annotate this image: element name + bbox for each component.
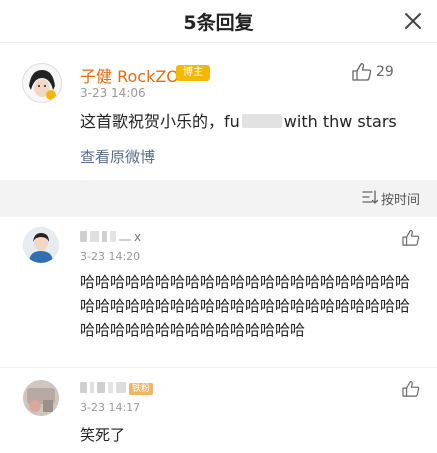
view-original-post-link[interactable]: 查看原微博 [80,146,155,167]
avatar-image [23,64,61,102]
reply-username[interactable]: 铁粉 [80,381,154,395]
redacted-username [97,382,105,393]
reply-username[interactable]: x [80,230,141,244]
redacted-username [90,231,99,242]
redacted-username [102,231,107,242]
reply-text: 哈哈哈哈哈哈哈哈哈哈哈哈哈哈哈哈哈哈哈哈哈哈哈哈哈哈哈哈哈哈哈哈哈哈哈哈哈哈哈哈… [80,273,411,339]
replies-title: 5条回复 [183,12,254,34]
reply-item: 铁粉 3-23 14:17 笑死了 [0,368,437,453]
reply-text: 笑死了 [80,426,126,444]
redacted-username [108,382,113,393]
comment-text-start: 这首歌祝贺小乐的，fu [80,112,240,131]
sort-by-time-button[interactable]: 按时间 [381,189,420,208]
redacted-username [119,239,131,241]
thumbs-up-icon[interactable] [402,381,420,397]
thumbs-up-icon[interactable] [402,230,420,246]
comment-text: 这首歌祝贺小乐的，fu with thw stars [80,108,397,132]
timestamp: 3-23 14:06 [80,86,146,100]
avatar-image [23,227,59,263]
redacted-username [90,382,94,393]
avatar-image [23,380,59,416]
redacted-username [80,382,87,393]
redacted-username [80,231,87,242]
sort-bar: 按时间 [0,180,437,217]
username-visible-part: x [134,230,142,244]
reply-item: x 3-23 14:20 哈哈哈哈哈哈哈哈哈哈哈哈哈哈哈哈哈哈哈哈哈哈哈哈哈哈哈… [0,217,437,368]
comment-text-end: with thw stars [283,112,397,131]
blogger-badge: 博主 [176,65,210,81]
redacted-username [110,231,116,242]
sort-icon[interactable] [362,190,378,204]
redacted-text [241,114,282,128]
thumbs-up-icon[interactable] [352,63,372,81]
fan-badge: 铁粉 [129,383,154,395]
close-icon[interactable] [403,11,423,31]
commenter-username[interactable]: 子健 RockZO [80,63,179,87]
avatar[interactable] [22,63,62,103]
avatar[interactable] [23,227,59,263]
like-count: 29 [376,64,394,80]
timestamp: 3-23 14:20 [80,250,141,263]
redacted-username [116,382,126,393]
timestamp: 3-23 14:17 [80,401,141,414]
original-comment: 子健 RockZO 博主 29 3-23 14:06 这首歌祝贺小乐的，fu wi… [0,43,437,180]
dialog-header: 5条回复 [0,0,437,43]
avatar[interactable] [23,380,59,416]
